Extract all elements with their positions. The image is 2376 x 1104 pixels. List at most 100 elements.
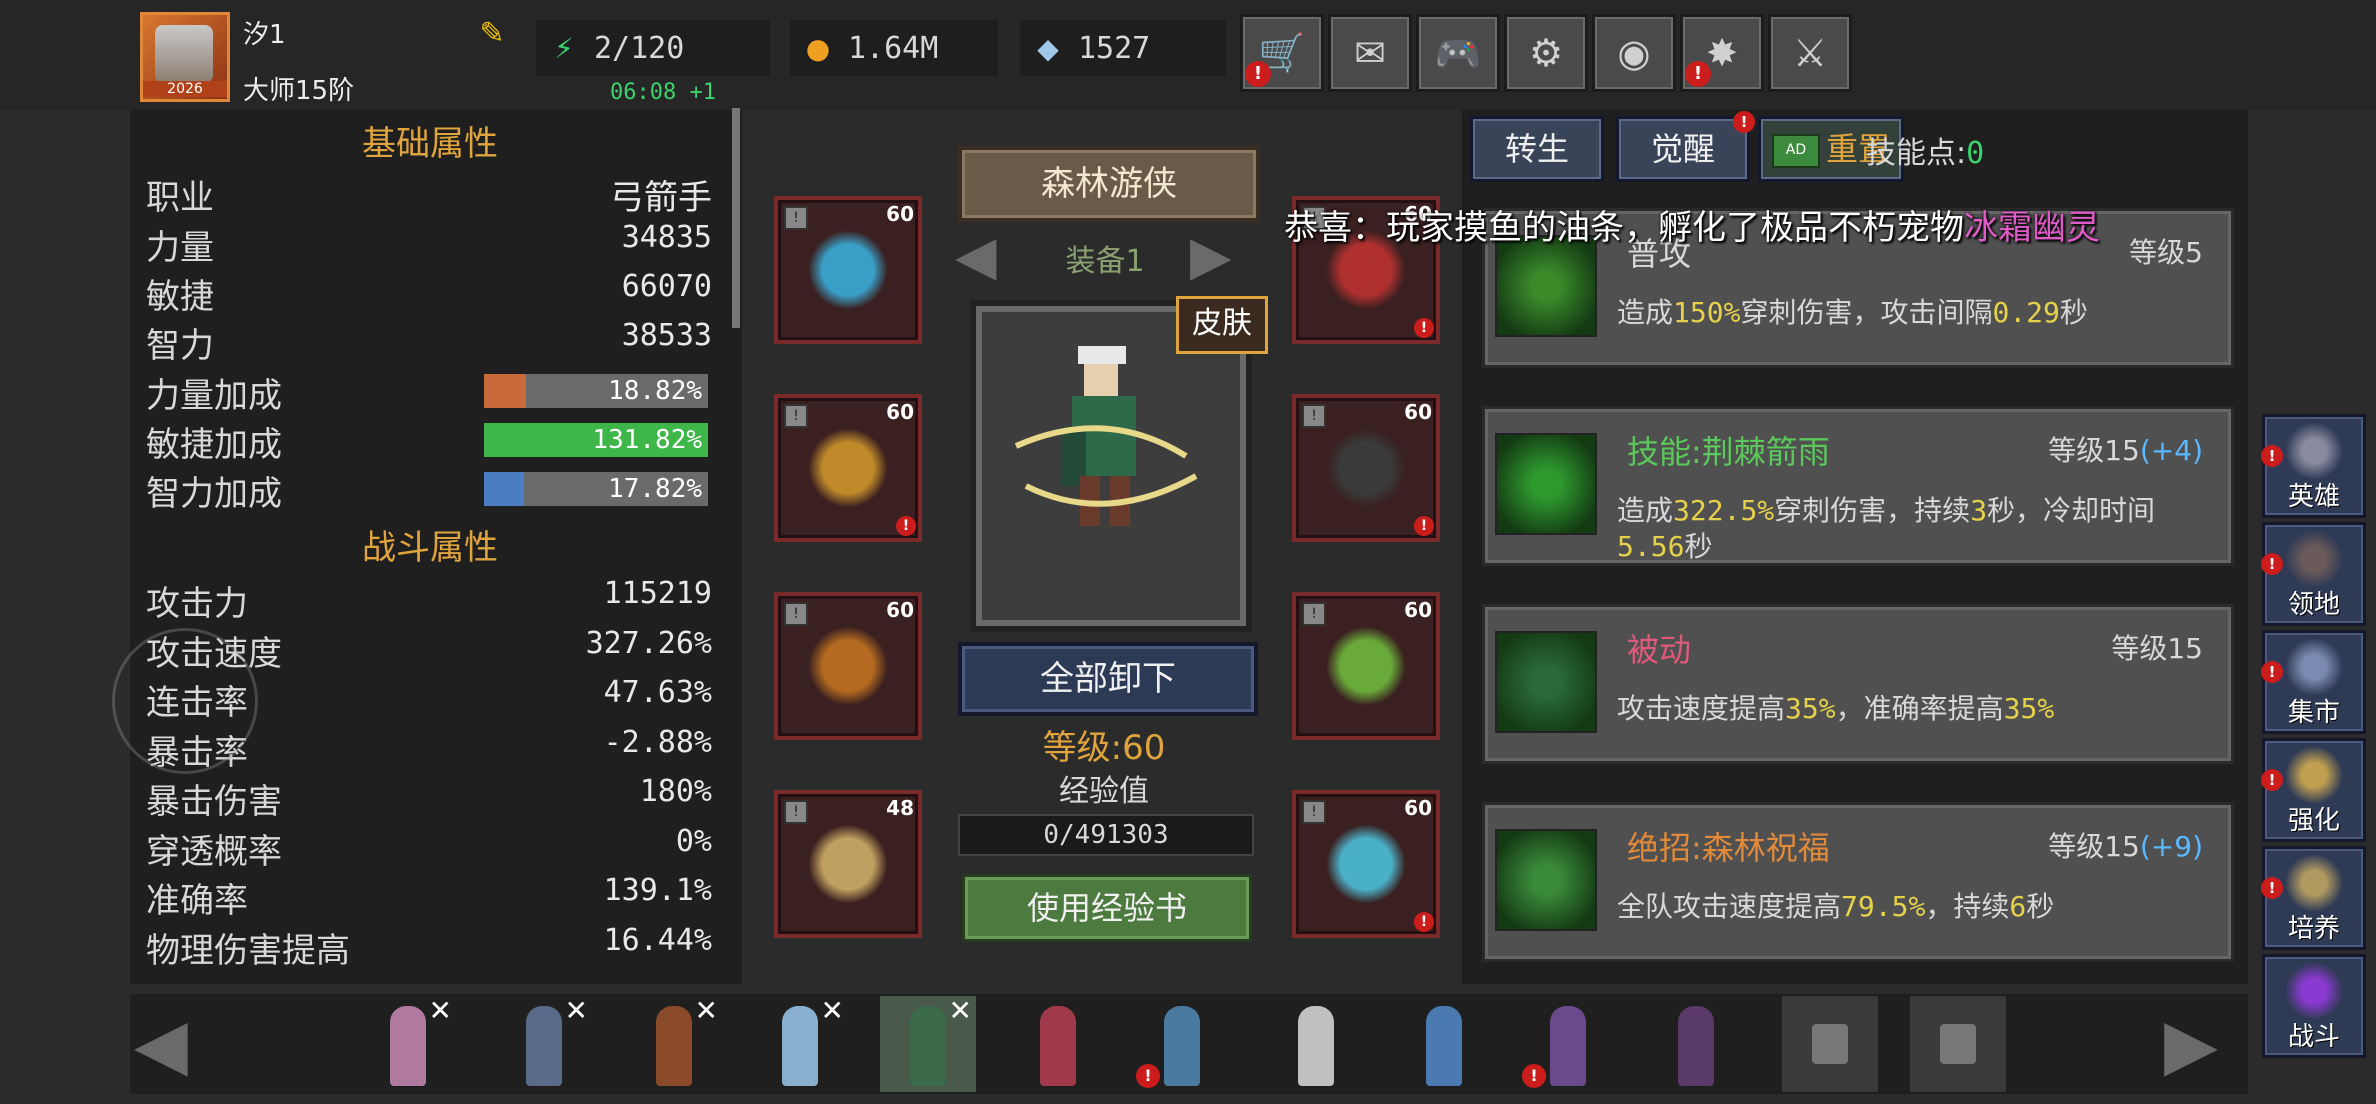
hero-thumbnail[interactable]: ✕ xyxy=(626,994,722,1092)
player-avatar[interactable]: 2026 xyxy=(140,12,230,102)
skill-desc-part: 穿刺伤害，攻击间隔 xyxy=(1740,296,1993,329)
lock-icon[interactable]: ! xyxy=(784,602,808,626)
settings-button[interactable]: ⚙ xyxy=(1504,14,1588,92)
lock-icon[interactable]: ! xyxy=(1302,404,1326,428)
skill-card[interactable]: 被动 等级15 攻击速度提高35%，准确率提高35% xyxy=(1482,604,2234,764)
stat-row: 力量 34835 xyxy=(146,220,712,268)
skill-card[interactable]: 绝招:森林祝福 等级15(+9) 全队攻击速度提高79.5%，持续6秒 xyxy=(1482,802,2234,962)
shop-button[interactable]: 🛒! xyxy=(1240,14,1324,92)
stat-label: 穿透概率 xyxy=(146,831,282,872)
skill-level-bonus: (+4) xyxy=(2139,434,2203,467)
edit-icon[interactable]: ✎ xyxy=(474,16,510,52)
color-wheel-button[interactable]: ◉ xyxy=(1592,14,1676,92)
virtual-joystick[interactable] xyxy=(112,628,258,774)
settings-icon: ⚙ xyxy=(1528,31,1564,75)
exp-value: 0/491303 xyxy=(1043,820,1169,850)
skill-level: 等级15(+9) xyxy=(2048,825,2203,865)
stat-value: -2.88% xyxy=(603,724,712,760)
skill-desc-part: 322.5% xyxy=(1673,494,1775,527)
equipment-slot-boots[interactable]: ! 48 xyxy=(774,790,922,938)
skill-icon xyxy=(1495,829,1597,931)
unequip-all-button[interactable]: 全部卸下 xyxy=(958,642,1258,716)
stat-value: 139.1% xyxy=(603,873,712,908)
prev-heroes-arrow-icon[interactable]: ◀ xyxy=(134,1004,214,1084)
fireworks-button[interactable]: ✸! xyxy=(1680,14,1764,92)
skill-desc-part: ，持续 xyxy=(1925,890,2010,923)
boots-icon xyxy=(808,824,888,904)
side-menu-enhance[interactable]: 强化! xyxy=(2261,738,2366,842)
armor-icon xyxy=(808,428,888,508)
hero-thumbnail[interactable]: ✕ xyxy=(752,994,848,1092)
locked-hero-slot[interactable] xyxy=(1782,996,1878,1092)
stat-bonus-row: 智力加成 17.82% xyxy=(146,466,712,514)
equipment-slot-armor[interactable]: ! 60! xyxy=(774,394,922,542)
lock-icon[interactable]: ! xyxy=(784,800,808,824)
side-menu-label: 领地 xyxy=(2287,590,2340,620)
hero-thumbnail[interactable] xyxy=(1268,996,1364,1092)
hero-thumbnail[interactable]: ! xyxy=(1520,996,1616,1092)
side-menu-hero[interactable]: 英雄! xyxy=(2261,414,2366,518)
avatar-portrait xyxy=(155,25,213,83)
energy-counter[interactable]: ⚡ 2/120 xyxy=(536,20,770,76)
battle-off-button[interactable]: ⚔ xyxy=(1768,14,1852,92)
hero-thumbnail[interactable]: ✕ xyxy=(360,994,456,1092)
equipment-slot-crossbow[interactable]: ! 60! xyxy=(1292,790,1440,938)
skill-level-bonus: (+9) xyxy=(2139,830,2203,863)
next-heroes-arrow-icon[interactable]: ▶ xyxy=(2164,1004,2244,1084)
hero-thumbnail[interactable]: ✕ xyxy=(880,994,976,1092)
hero-figure-icon xyxy=(526,1006,562,1086)
skill-desc-part: 全队攻击速度提高 xyxy=(1617,890,1842,923)
hero-thumbnail[interactable]: ! xyxy=(1134,996,1230,1092)
hero-figure-icon xyxy=(1164,1006,1200,1086)
prev-gear-set-arrow-icon[interactable]: ◀ xyxy=(955,226,1019,286)
side-menu-cultivate[interactable]: 培养! xyxy=(2261,846,2366,950)
item-level: 60 xyxy=(1404,400,1432,424)
equipment-slot-ring[interactable]: ! 60 xyxy=(1292,592,1440,740)
gem-counter[interactable]: ◆ 1527 xyxy=(1020,20,1226,76)
stats-panel[interactable]: 基础属性 职业 弓箭手 战斗属性 力量 34835 敏捷 66070 智力 38533 力量… xyxy=(130,110,742,984)
alert-icon: ! xyxy=(896,516,916,536)
lock-icon[interactable]: ! xyxy=(1302,602,1326,626)
stat-bonus-fill xyxy=(484,472,524,506)
gold-counter[interactable]: ● 1.64M xyxy=(790,20,998,76)
padlock-icon xyxy=(1812,1024,1848,1064)
skin-button[interactable]: 皮肤 xyxy=(1176,296,1268,354)
lock-icon[interactable]: ! xyxy=(1302,800,1326,824)
lock-icon[interactable]: ! xyxy=(784,404,808,428)
equipment-slot-gauntlet[interactable]: ! 60! xyxy=(1292,394,1440,542)
hero-thumbnail[interactable]: ✕ xyxy=(496,994,592,1092)
lock-icon[interactable]: ! xyxy=(784,206,808,230)
stats-scrollbar[interactable] xyxy=(732,108,740,328)
side-menu-battle[interactable]: 战斗 xyxy=(2262,954,2366,1058)
skill-points: 技能点:0 xyxy=(1866,128,1984,172)
mail-button[interactable]: ✉ xyxy=(1328,14,1412,92)
use-exp-book-button[interactable]: 使用经验书 xyxy=(962,874,1252,942)
awaken-tab[interactable]: 觉醒 ! xyxy=(1616,111,1755,182)
equipment-slot-greaves[interactable]: ! 60 xyxy=(774,592,922,740)
stat-value: 66070 xyxy=(621,269,712,304)
stat-value: 115219 xyxy=(603,576,712,611)
skill-card[interactable]: 技能:荆棘箭雨 等级15(+4) 造成322.5%穿刺伤害，持续3秒，冷却时间 5.5… xyxy=(1482,406,2234,566)
stat-bonus-bar: 18.82% xyxy=(484,374,708,408)
side-menu-market[interactable]: 集市! xyxy=(2261,630,2366,734)
stat-label: 攻击力 xyxy=(146,584,248,624)
locked-hero-slot[interactable] xyxy=(1910,996,2006,1092)
awaken-label: 觉醒 xyxy=(1650,130,1715,168)
stat-label: 力量加成 xyxy=(146,376,282,416)
equipment-slot-crown[interactable]: ! 60 xyxy=(774,196,922,344)
player-name: 汐1 xyxy=(243,20,286,50)
energy-value: 2/120 xyxy=(594,30,685,66)
hero-thumbnail[interactable] xyxy=(1010,996,1106,1092)
exp-progress-bar: 0/491303 xyxy=(958,814,1254,856)
skill-desc-part: 150% xyxy=(1673,296,1741,329)
stat-label: 智力加成 xyxy=(146,474,282,514)
hero-thumbnail[interactable] xyxy=(1648,996,1744,1092)
next-gear-set-arrow-icon[interactable]: ▶ xyxy=(1190,226,1254,286)
rebirth-tab[interactable]: 转生 xyxy=(1470,116,1604,182)
hero-thumbnail[interactable] xyxy=(1396,996,1492,1092)
gamepad-button[interactable]: 🎮 xyxy=(1416,14,1500,92)
player-rank: 大师15阶 xyxy=(243,76,355,106)
skill-level: 等级15(+4) xyxy=(2048,429,2203,469)
side-menu-territory[interactable]: 领地! xyxy=(2261,522,2366,626)
skill-level-text: 等级15 xyxy=(2048,434,2140,467)
